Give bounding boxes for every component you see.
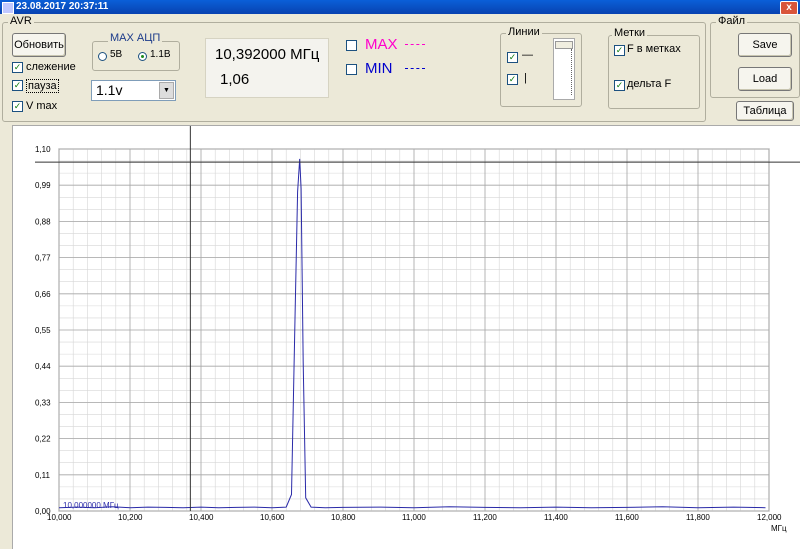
f-in-marks-label: F в метках xyxy=(627,43,681,55)
max-line-sample xyxy=(405,44,425,45)
app-icon xyxy=(2,2,14,14)
window-title: 23.08.2017 20:37:11 xyxy=(16,1,109,12)
horiz-line-label: — xyxy=(522,49,533,61)
max-label: MAX xyxy=(365,36,398,53)
x-tick-label: 12,000 xyxy=(757,513,782,522)
y-tick-label: 1,10 xyxy=(35,145,51,154)
y-tick-label: 0,77 xyxy=(35,254,51,263)
tracking-label: слежение xyxy=(26,61,76,73)
y-tick-label: 0,22 xyxy=(35,435,51,444)
x-tick-label: 10,600 xyxy=(260,513,285,522)
max-checkbox[interactable] xyxy=(346,40,357,51)
vmax-label: V max xyxy=(26,100,58,112)
range-select-value: 1.1v xyxy=(96,82,123,98)
file-group-label: Файл xyxy=(716,15,748,27)
f-in-marks-checkbox[interactable]: ✓ xyxy=(614,45,625,56)
horiz-line-checkbox[interactable]: ✓ xyxy=(507,52,518,63)
start-frequency-label: 10,000000 МГц xyxy=(63,501,119,510)
vmax-checkbox[interactable]: ✓ xyxy=(12,101,23,112)
adc-1v1-label: 1.1В xyxy=(150,49,171,60)
x-tick-label: 11,000 xyxy=(402,513,426,522)
adc-5v-radio[interactable] xyxy=(98,52,107,61)
x-tick-label: 11,200 xyxy=(473,513,497,522)
title-bar: 23.08.2017 20:37:11 x xyxy=(0,0,800,15)
adc-1v1-radio[interactable] xyxy=(138,52,147,61)
y-tick-label: 0,99 xyxy=(35,181,51,190)
x-tick-label: 11,600 xyxy=(615,513,639,522)
y-tick-label: 0,55 xyxy=(35,326,51,335)
update-button[interactable]: Обновить xyxy=(12,33,66,57)
tracking-checkbox[interactable]: ✓ xyxy=(12,62,23,73)
x-tick-label: 11,800 xyxy=(686,513,710,522)
y-tick-label: 0,33 xyxy=(35,398,51,407)
min-line-sample xyxy=(405,68,425,69)
save-button[interactable]: Save xyxy=(738,33,792,57)
slider-thumb[interactable] xyxy=(555,41,573,49)
x-tick-label: 10,400 xyxy=(189,513,214,522)
close-button[interactable]: x xyxy=(780,1,798,15)
frequency-readout: 10,392000 МГц xyxy=(215,46,320,63)
y-tick-label: 0,66 xyxy=(35,290,51,299)
range-select[interactable]: 1.1v ▼ xyxy=(91,80,176,101)
vert-line-checkbox[interactable]: ✓ xyxy=(507,74,518,85)
avr-group-label: AVR xyxy=(8,15,34,27)
y-tick-label: 0,88 xyxy=(35,217,51,226)
x-tick-label: 11,400 xyxy=(544,513,568,522)
delta-f-checkbox[interactable]: ✓ xyxy=(614,80,625,91)
level-readout: 1,06 xyxy=(220,71,250,88)
line-slider[interactable] xyxy=(553,38,575,100)
delta-f-label: дельта F xyxy=(627,78,672,90)
adc-group-label: MAX АЦП xyxy=(108,32,163,44)
y-tick-label: 0,44 xyxy=(35,362,51,371)
vert-line-label: | xyxy=(524,72,527,84)
min-label: MIN xyxy=(365,60,393,77)
y-tick-label: 0,11 xyxy=(35,471,51,480)
readout-panel: 10,392000 МГц 1,06 xyxy=(205,38,329,98)
table-button[interactable]: Таблица xyxy=(736,101,794,121)
marks-group-label: Метки xyxy=(612,27,648,39)
spectrum-chart[interactable]: 1,10 0,99 0,88 0,77 0,66 0,55 0,44 0,33 0,22 0,11… xyxy=(13,126,800,549)
x-tick-label: 10,800 xyxy=(331,513,356,522)
chevron-down-icon[interactable]: ▼ xyxy=(159,82,174,99)
x-tick-label: 10,200 xyxy=(118,513,143,522)
x-axis-unit: МГц xyxy=(771,524,787,533)
pause-label: пауза xyxy=(26,79,59,93)
pause-checkbox[interactable]: ✓ xyxy=(12,80,23,91)
lines-group-label: Линии xyxy=(506,26,542,38)
load-button[interactable]: Load xyxy=(738,67,792,91)
x-tick-label: 10,000 xyxy=(47,513,72,522)
slider-ticks xyxy=(568,49,572,95)
spectrum-panel: 1,10 0,99 0,88 0,77 0,66 0,55 0,44 0,33 0,22 0,11… xyxy=(12,125,800,549)
adc-5v-label: 5В xyxy=(110,49,123,60)
min-checkbox[interactable] xyxy=(346,64,357,75)
